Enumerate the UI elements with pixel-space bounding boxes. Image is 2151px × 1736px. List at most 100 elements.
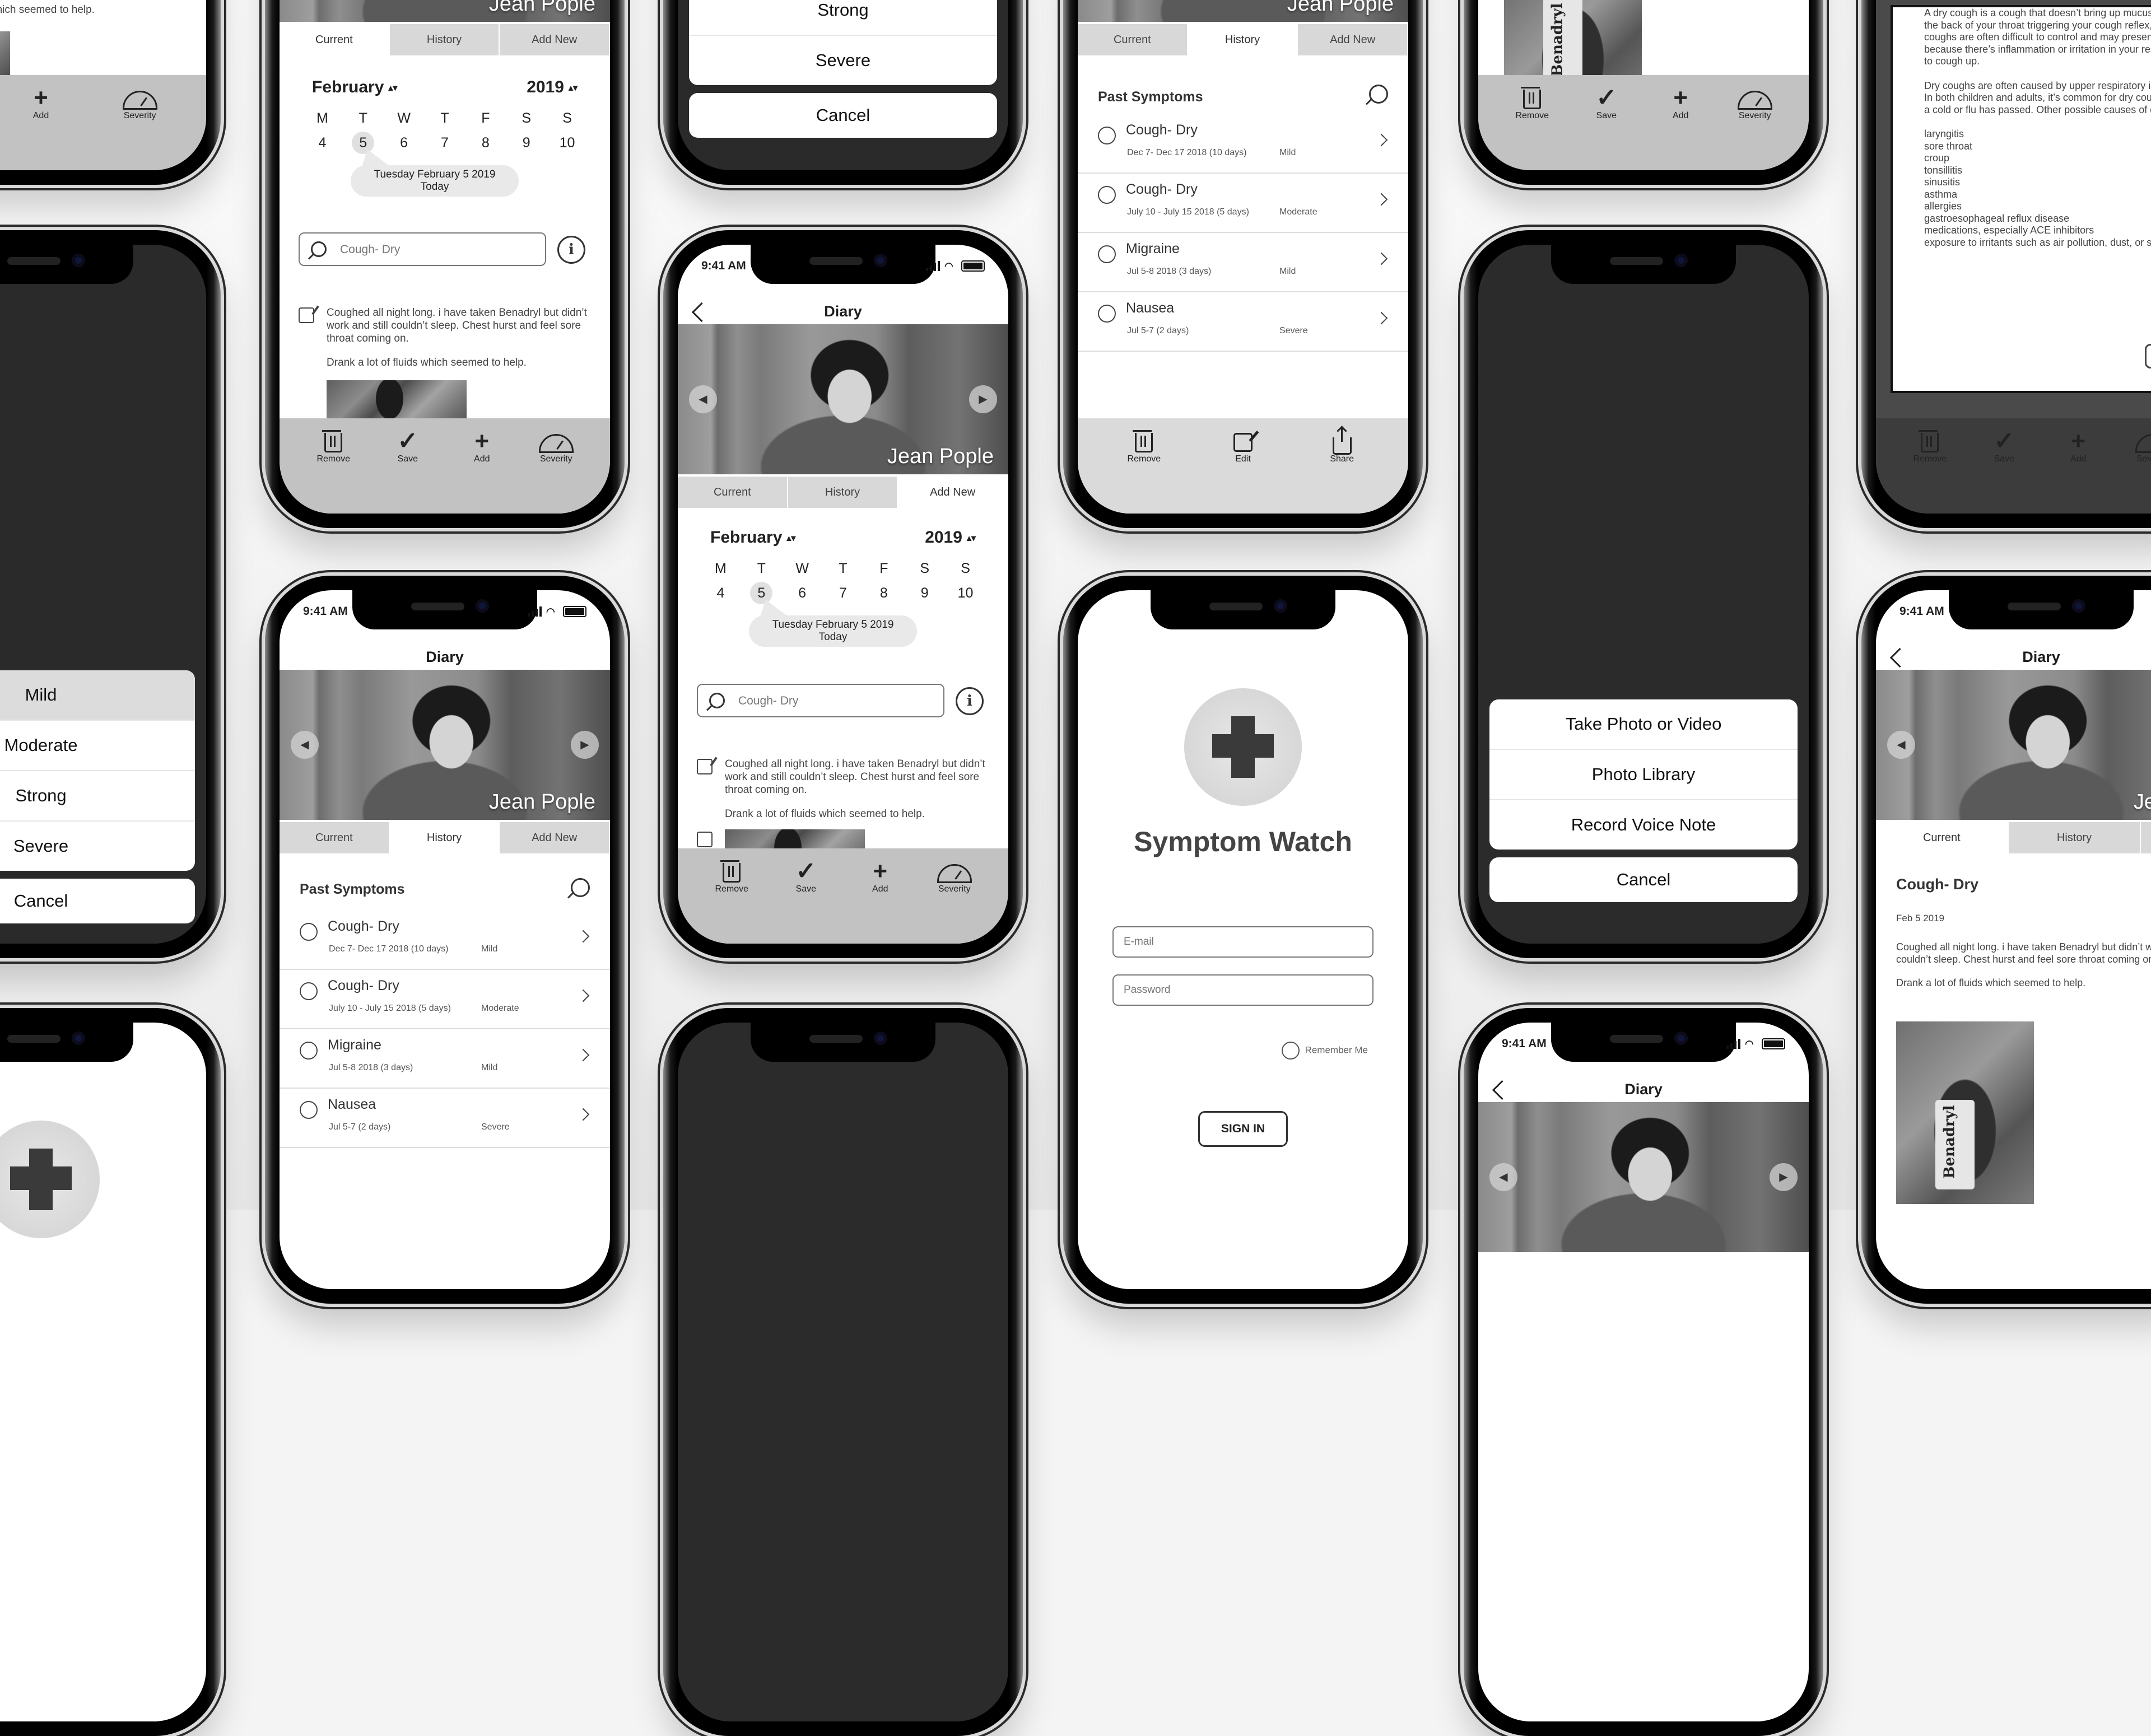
radio-icon[interactable] [1098,127,1116,144]
info-button[interactable]: i [557,236,585,264]
list-item[interactable]: Cough- Dry Dec 7- Dec 17 2018 (10 days) Mi… [1078,114,1408,174]
toolbar-remove-button[interactable]: Remove [1116,418,1172,514]
radio-icon[interactable] [1098,186,1116,204]
toolbar-severity-button[interactable]: Severity [112,75,168,170]
password-field[interactable] [1112,974,1374,1006]
next-photo-button[interactable]: ▶ [571,731,599,759]
toolbar-add-button[interactable]: + Add [13,75,69,170]
year-selector[interactable]: 2019 ▴▾ [527,78,578,97]
edit-note-icon[interactable] [697,759,713,774]
toolbar-save-button[interactable]: ✓ Save [1976,418,2032,514]
toolbar-add-button[interactable]: + Add [1652,75,1708,170]
tab-history[interactable]: History [1188,24,1298,55]
severity-option-severe[interactable]: Severe [689,36,997,85]
month-selector[interactable]: February ▴▾ [710,528,795,547]
search-icon[interactable] [571,878,590,897]
toolbar-save-button[interactable]: ✓ Save [380,418,436,514]
list-item[interactable]: Nausea Jul 5-7 (2 days) Severe [1078,292,1408,352]
tab-history[interactable]: History [788,477,898,508]
tab-history[interactable]: History [389,24,500,55]
symptom-search-input[interactable] [737,690,907,712]
severity-cancel-button[interactable]: Cancel [689,93,997,138]
day-cell[interactable]: 4 [302,130,343,155]
symptom-search-input[interactable] [339,239,509,260]
prev-photo-button[interactable]: ◀ [1887,731,1915,759]
radio-icon[interactable] [300,923,318,941]
severity-option-moderate[interactable]: Moderate [0,721,195,771]
tab-add-new[interactable]: Add New [898,477,1008,508]
info-button[interactable]: i [956,687,984,715]
toolbar-add-button[interactable]: + Add [2050,418,2106,514]
toolbar-edit-button[interactable]: Edit [1215,418,1271,514]
list-item[interactable]: Migraine Jul 5-8 2018 (3 days) Mild [280,1029,610,1089]
list-item[interactable]: Cough- Dry Dec 7- Dec 17 2018 (10 days) Mi… [280,911,610,970]
tab-current[interactable]: Current [1078,24,1188,55]
list-item[interactable]: Cough- Dry July 10 - July 15 2018 (5 days… [1078,174,1408,233]
edit-note-icon[interactable] [299,307,314,323]
photo-library-option[interactable]: Photo Library [1489,750,1798,800]
media-cancel-button[interactable]: Cancel [1489,857,1798,902]
tab-history[interactable]: History [2008,822,2141,853]
tab-add-new[interactable]: Add New [500,822,610,853]
toolbar-severity-button[interactable]: Severity [528,418,584,514]
day-cell[interactable]: 7 [823,581,864,605]
toolbar-save-button[interactable]: ✓ Save [1579,75,1635,170]
toolbar-remove-button[interactable]: Remove [1504,75,1560,170]
radio-icon[interactable] [1098,245,1116,263]
day-cell[interactable]: 9 [506,130,547,155]
next-photo-button[interactable]: ▶ [969,385,997,413]
toolbar-save-button[interactable]: ✓ Save [778,848,834,944]
tab-add-new[interactable]: Add New [2141,822,2151,853]
prev-photo-button[interactable]: ◀ [1489,1163,1517,1191]
day-cell[interactable]: 8 [465,130,506,155]
severity-option-strong[interactable]: Strong [689,0,997,36]
tab-history[interactable]: History [389,822,500,853]
prev-photo-button[interactable]: ◀ [291,731,319,759]
day-cell[interactable]: 10 [547,130,588,155]
radio-icon[interactable] [1098,305,1116,323]
year-selector[interactable]: 2019 ▴▾ [925,528,976,547]
edit-photo-icon[interactable] [697,832,713,847]
tab-current[interactable]: Current [1876,822,2009,853]
day-cell[interactable]: 4 [700,581,741,605]
toolbar-add-button[interactable]: + Add [852,848,908,944]
day-cell[interactable]: 9 [904,581,945,605]
back-chevron-icon[interactable] [1492,1080,1512,1100]
day-cell[interactable]: 7 [425,130,465,155]
list-item[interactable]: Migraine Jul 5-8 2018 (3 days) Mild [1078,233,1408,292]
close-button[interactable]: CLOSE [2145,344,2151,368]
tab-current[interactable]: Current [280,822,390,853]
severity-cancel-button[interactable]: Cancel [0,879,195,923]
remember-me-toggle[interactable]: Remember Me [1281,1042,1368,1060]
list-item[interactable]: Cough- Dry July 10 - July 15 2018 (5 days… [280,970,610,1029]
toolbar-severity-button[interactable]: Severity [926,848,983,944]
toolbar-share-button[interactable]: Share [1314,418,1370,514]
tab-current[interactable]: Current [678,477,788,508]
back-chevron-icon[interactable] [691,302,712,323]
tab-current[interactable]: Current [280,24,390,55]
severity-option-strong[interactable]: Strong [0,771,195,822]
record-voice-note-option[interactable]: Record Voice Note [1489,800,1798,850]
radio-icon[interactable] [300,982,318,1000]
prev-photo-button[interactable]: ◀ [689,385,717,413]
toolbar-remove-button[interactable]: Remove [305,418,361,514]
day-cell[interactable]: 8 [863,581,904,605]
severity-option-mild[interactable]: Mild [0,670,195,721]
radio-icon[interactable] [300,1101,318,1119]
toolbar-add-button[interactable]: + Add [454,418,510,514]
severity-option-severe[interactable]: Severe [0,822,195,871]
toolbar-severity-button[interactable]: Severity [1727,75,1783,170]
toolbar-remove-button[interactable]: Remove [1902,418,1958,514]
search-icon[interactable] [1369,85,1388,104]
tab-add-new[interactable]: Add New [1298,24,1408,55]
tab-add-new[interactable]: Add New [500,24,610,55]
email-field[interactable] [1112,926,1374,958]
back-chevron-icon[interactable] [1889,647,1910,668]
sign-in-button[interactable]: SIGN IN [1198,1111,1288,1147]
list-item[interactable]: Nausea Jul 5-7 (2 days) Severe [280,1089,610,1148]
toolbar-remove-button[interactable]: Remove [704,848,760,944]
month-selector[interactable]: February ▴▾ [312,78,397,97]
next-photo-button[interactable]: ▶ [1770,1163,1798,1191]
radio-icon[interactable] [1281,1042,1300,1060]
day-cell[interactable]: 10 [945,581,986,605]
